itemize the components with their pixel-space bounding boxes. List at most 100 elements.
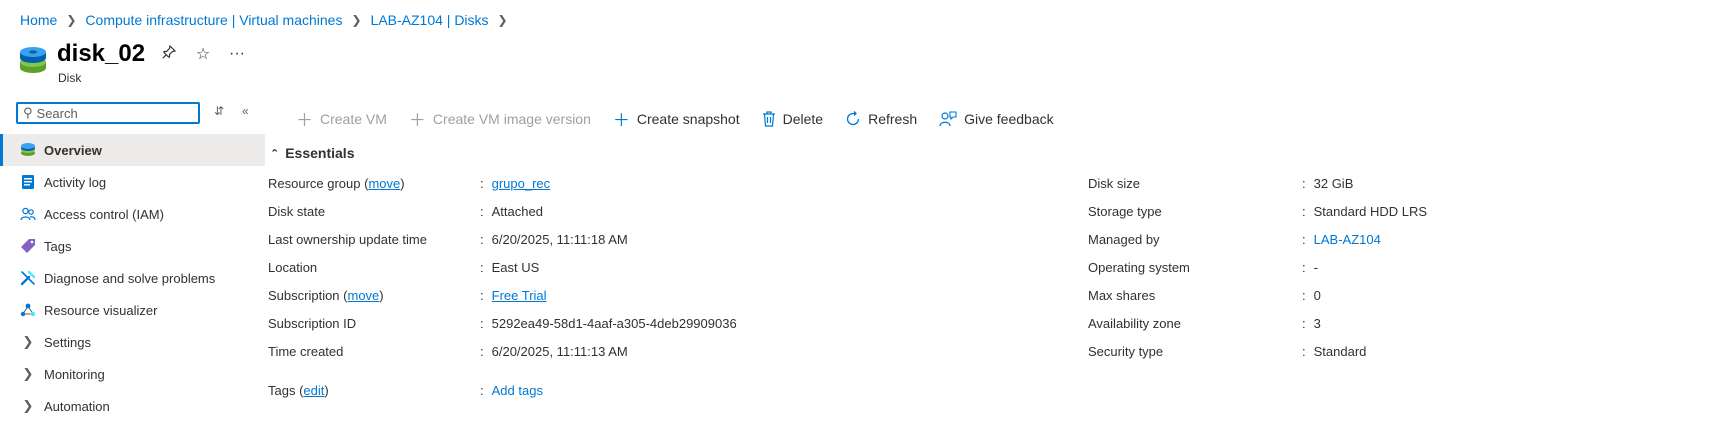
plus-icon: ＋ <box>408 111 426 130</box>
pin-icon[interactable] <box>160 44 178 64</box>
create-vm-image-button[interactable]: ＋ Create VM image version <box>409 106 591 131</box>
resource-group-value: : grupo_rec <box>480 176 551 191</box>
create-vm-button[interactable]: ＋ Create VM <box>296 106 387 131</box>
more-options-icon[interactable]: ··· <box>228 45 246 63</box>
resource-group-label: Resource group (move) <box>268 176 405 191</box>
essentials-left-column: Resource group (move) : grupo_rec Disk st… <box>268 176 968 372</box>
sidebar-item-label: Resource visualizer <box>44 302 158 318</box>
refresh-button[interactable]: Refresh <box>845 111 917 127</box>
chevron-right-icon: ❯ <box>497 13 508 27</box>
essentials-row: Max shares :0 <box>1088 288 1648 316</box>
chevron-right-icon: ❯ <box>22 398 34 413</box>
storage-type-label: Storage type <box>1088 204 1162 219</box>
sidebar-item-resource-visualizer[interactable]: Resource visualizer <box>0 294 265 326</box>
feedback-icon <box>939 110 957 127</box>
resource-group-link[interactable]: grupo_rec <box>492 176 551 191</box>
chevron-right-icon: ❯ <box>22 334 34 349</box>
availability-zone-value: :3 <box>1302 316 1321 331</box>
chevron-right-icon: ❯ <box>351 13 362 27</box>
sidebar-item-label: Tags <box>44 238 72 254</box>
time-created-value: :6/20/2025, 11:11:13 AM <box>480 344 628 359</box>
move-resource-group-link[interactable]: move <box>368 176 400 191</box>
sidebar-group-label: Monitoring <box>44 366 105 382</box>
disk-state-value: : Attached <box>480 204 543 219</box>
subscription-link[interactable]: Free Trial <box>492 288 547 303</box>
sidebar-nav: Overview Activity log Access control (IA… <box>0 134 265 422</box>
essentials-title: Essentials <box>285 145 355 161</box>
sidebar-item-access-control[interactable]: Access control (IAM) <box>0 198 265 230</box>
sidebar-item-tags[interactable]: Tags <box>0 230 265 262</box>
star-icon[interactable]: ☆ <box>194 44 212 64</box>
subscription-id-label: Subscription ID <box>268 316 357 331</box>
sidebar-item-overview[interactable]: Overview <box>0 134 265 166</box>
edit-tags-link[interactable]: edit <box>303 383 324 398</box>
breadcrumb-vm-disks[interactable]: LAB-AZ104 | Disks <box>371 12 489 28</box>
breadcrumb-virtual-machines[interactable]: Compute infrastructure | Virtual machine… <box>85 12 342 28</box>
sidebar-item-label: Diagnose and solve problems <box>44 270 216 286</box>
essentials-row: Storage type : Standard HDD LRS <box>1088 204 1648 232</box>
page-subtitle: Disk <box>58 71 82 85</box>
essentials-row: Last ownership update time :6/20/2025, 1… <box>268 232 968 260</box>
add-tags-link[interactable]: Add tags <box>492 383 543 398</box>
security-type-label: Security type <box>1088 344 1164 359</box>
tag-icon <box>20 238 36 254</box>
operating-system-value: :- <box>1302 260 1318 275</box>
essentials-row: Disk state : Attached <box>268 204 968 232</box>
ownership-update-value: :6/20/2025, 11:11:18 AM <box>480 232 628 247</box>
command-bar: ＋ Create VM ＋ Create VM image version ＋ … <box>296 106 1076 131</box>
managed-by-label: Managed by <box>1088 232 1160 247</box>
sidebar-group-automation[interactable]: ❯ Automation <box>0 390 265 422</box>
essentials-right-column: Disk size :32 GiB Storage type : Standard… <box>1088 176 1648 372</box>
location-label: Location <box>268 260 318 275</box>
visualizer-icon <box>20 302 36 318</box>
disk-icon <box>20 142 36 158</box>
give-feedback-button[interactable]: Give feedback <box>939 111 1054 127</box>
delete-label: Delete <box>782 110 824 127</box>
activity-log-icon <box>20 174 36 190</box>
breadcrumb-home[interactable]: Home <box>20 12 57 28</box>
create-snapshot-label: Create snapshot <box>636 110 740 127</box>
sort-icon[interactable]: ⇵ <box>214 104 224 118</box>
essentials-row: Subscription ID :5292ea49-58d1-4aaf-a305… <box>268 316 968 344</box>
subscription-id-value: :5292ea49-58d1-4aaf-a305-4deb29909036 <box>480 316 737 331</box>
sidebar-item-label: Access control (IAM) <box>44 206 164 222</box>
search-icon: ⚲ <box>23 105 33 120</box>
breadcrumb: Home ❯ Compute infrastructure | Virtual … <box>20 12 517 28</box>
people-icon <box>20 206 36 222</box>
tags-label: Tags (edit) <box>268 383 329 398</box>
ownership-update-label: Last ownership update time <box>268 232 427 247</box>
chevron-up-icon: ⌃ <box>270 147 280 160</box>
security-type-value: : Standard <box>1302 344 1367 359</box>
essentials-toggle[interactable]: ⌃ Essentials <box>270 145 354 161</box>
collapse-icon[interactable]: « <box>242 104 249 118</box>
move-subscription-link[interactable]: move <box>347 288 379 303</box>
sidebar-item-diagnose[interactable]: Diagnose and solve problems <box>0 262 265 294</box>
refresh-label: Refresh <box>868 110 918 127</box>
chevron-right-icon: ❯ <box>66 13 77 27</box>
create-vm-image-label: Create VM image version <box>432 110 591 127</box>
search-field[interactable]: ⚲ <box>16 102 200 124</box>
search-input[interactable] <box>36 105 187 121</box>
plus-icon: ＋ <box>612 111 630 130</box>
managed-by-link[interactable]: LAB-AZ104 <box>1314 232 1381 247</box>
header-actions: ☆ ··· <box>160 44 246 64</box>
disk-state-label: Disk state <box>268 204 326 219</box>
wrench-icon <box>20 270 36 286</box>
sidebar-group-monitoring[interactable]: ❯ Monitoring <box>0 358 265 390</box>
sidebar-item-activity-log[interactable]: Activity log <box>0 166 265 198</box>
sidebar-group-label: Settings <box>44 334 91 350</box>
essentials-row: Time created :6/20/2025, 11:11:13 AM <box>268 344 968 372</box>
trash-icon <box>762 110 776 127</box>
essentials-row: Availability zone :3 <box>1088 316 1648 344</box>
max-shares-value: :0 <box>1302 288 1321 303</box>
location-value: : East US <box>480 260 540 275</box>
sidebar-item-label: Overview <box>44 142 102 158</box>
sidebar-group-settings[interactable]: ❯ Settings <box>0 326 265 358</box>
storage-type-value: : Standard HDD LRS <box>1302 204 1428 219</box>
create-snapshot-button[interactable]: ＋ Create snapshot <box>613 106 740 131</box>
delete-button[interactable]: Delete <box>762 111 823 127</box>
disk-icon <box>20 47 46 73</box>
create-vm-label: Create VM <box>320 110 387 127</box>
give-feedback-label: Give feedback <box>964 110 1054 127</box>
disk-size-value: :32 GiB <box>1302 176 1354 191</box>
